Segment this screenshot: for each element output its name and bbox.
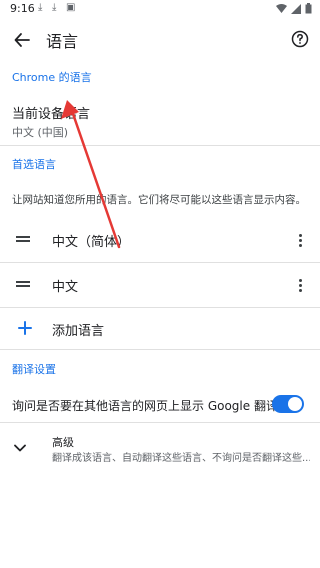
annotation-arrow <box>61 100 121 249</box>
